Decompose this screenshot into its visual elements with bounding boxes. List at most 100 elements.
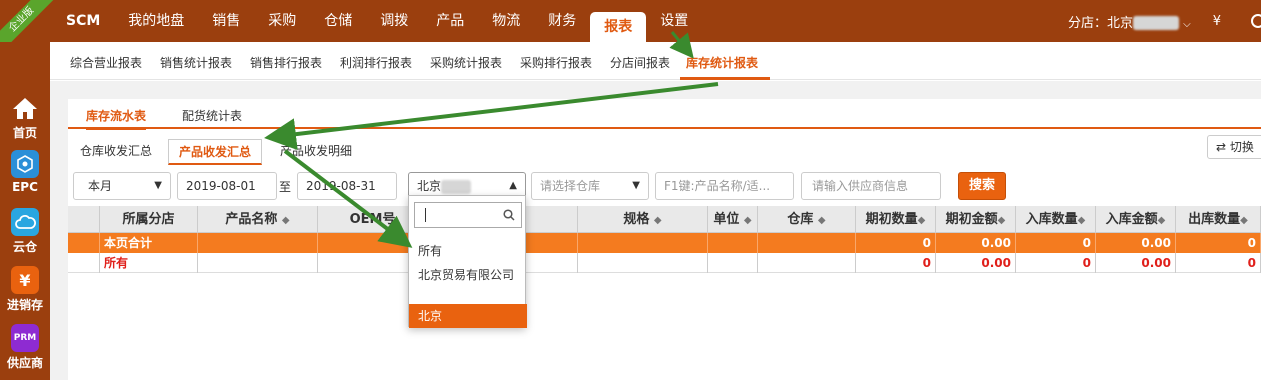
row-spacer bbox=[68, 233, 100, 253]
nav-item-product[interactable]: 产品 bbox=[422, 0, 478, 42]
cell-empty bbox=[578, 233, 708, 253]
report-panel: 库存流水表 配货统计表 仓库收发汇总 产品收发汇总 产品收发明细 ⇄ 切换 本月… bbox=[68, 99, 1261, 380]
header-opening-amount[interactable]: 期初金额◆ bbox=[936, 206, 1016, 233]
tab-warehouse-summary[interactable]: 仓库收发汇总 bbox=[70, 139, 162, 165]
search-icon[interactable] bbox=[1251, 14, 1261, 28]
header-branch[interactable]: 所属分店 bbox=[100, 206, 198, 233]
header-in-amount[interactable]: 入库金额◆ bbox=[1096, 206, 1176, 233]
sort-icon: ◆ bbox=[997, 215, 1006, 226]
warehouse-select[interactable]: 请选择仓库 ▼ bbox=[531, 172, 649, 200]
swap-icon: ⇄ bbox=[1216, 140, 1227, 154]
subnav-item-purchase-stats[interactable]: 采购统计报表 bbox=[430, 54, 502, 71]
option-label: 北京 bbox=[418, 309, 443, 323]
switch-label: 切换 bbox=[1229, 140, 1254, 154]
header-warehouse[interactable]: 仓库 ◆ bbox=[758, 206, 856, 233]
header-label: 仓库 bbox=[787, 212, 814, 227]
sidebar-item-label: 进销存 bbox=[6, 298, 43, 312]
home-icon bbox=[11, 94, 39, 122]
nav-item-transfer[interactable]: 调拨 bbox=[366, 0, 422, 42]
cell-empty bbox=[708, 233, 758, 253]
sort-icon: ◆ bbox=[817, 215, 826, 226]
row-spacer bbox=[68, 253, 100, 273]
subnav-item-inventory-stats[interactable]: 库存统计报表 bbox=[686, 54, 758, 71]
branch-label: 分店：北京 bbox=[1067, 15, 1133, 31]
supplier-search-input[interactable]: 请输入供应商信息 bbox=[801, 172, 941, 200]
header-opening-qty[interactable]: 期初数量◆ bbox=[856, 206, 936, 233]
subnav-item-sales-rank[interactable]: 销售排行报表 bbox=[250, 54, 322, 71]
cell-in-qty: 0 bbox=[1016, 253, 1096, 273]
dropdown-option-beijing[interactable]: 北京 bbox=[409, 304, 527, 328]
table-row-all: 所有 0 0.00 0 0.00 0 bbox=[68, 253, 1261, 273]
dropdown-search-input[interactable] bbox=[414, 202, 522, 228]
currency-icon[interactable]: ¥ bbox=[1213, 14, 1221, 29]
header-label: 所属分店 bbox=[122, 212, 175, 227]
nav-item-logistics[interactable]: 物流 bbox=[478, 0, 534, 42]
subnav-item-sales-stats[interactable]: 销售统计报表 bbox=[160, 54, 232, 71]
search-icon bbox=[503, 209, 515, 221]
cell-empty bbox=[578, 253, 708, 273]
table-row-page-total: 本页合计 0 0.00 0 0.00 0 bbox=[68, 233, 1261, 253]
search-button[interactable]: 搜索 bbox=[958, 172, 1006, 200]
dropdown-option-all[interactable]: 所有 bbox=[409, 242, 527, 259]
header-in-qty[interactable]: 入库数量◆ bbox=[1016, 206, 1096, 233]
sidebar-item-supplier[interactable]: PRM 供应商 bbox=[0, 324, 50, 371]
header-spacer bbox=[68, 206, 100, 233]
sidebar-item-epc[interactable]: EPC bbox=[0, 150, 50, 194]
nav-item-storage[interactable]: 仓储 bbox=[310, 0, 366, 42]
subnav-item-overall[interactable]: 综合营业报表 bbox=[70, 54, 142, 71]
header-unit[interactable]: 单位 ◆ bbox=[708, 206, 758, 233]
nav-item-settings[interactable]: 设置 bbox=[646, 0, 702, 42]
date-to-input[interactable]: 2019-08-31 bbox=[297, 172, 397, 200]
header-label: 单位 bbox=[713, 212, 740, 227]
nav-item-my-area[interactable]: 我的地盘 bbox=[114, 0, 198, 42]
subnav-active-underline bbox=[680, 77, 770, 80]
sidebar-item-cloud[interactable]: 云仓 bbox=[0, 208, 50, 255]
nav-item-reports[interactable]: 报表 bbox=[590, 12, 647, 42]
cell-empty bbox=[708, 253, 758, 273]
tab-inventory-flow[interactable]: 库存流水表 bbox=[86, 107, 147, 130]
subnav-item-purchase-rank[interactable]: 采购排行报表 bbox=[520, 54, 592, 71]
nav-item-finance[interactable]: 财务 bbox=[534, 0, 590, 42]
dropdown-option-company[interactable]: 北京贸易有限公司 bbox=[409, 268, 521, 283]
nav-item-sales[interactable]: 销售 bbox=[198, 0, 254, 42]
caret-down-icon: ▼ bbox=[154, 180, 162, 191]
sidebar-item-inventory[interactable]: ¥ 进销存 bbox=[0, 266, 50, 313]
brand-logo[interactable]: SCM bbox=[54, 0, 114, 42]
tab-product-summary[interactable]: 产品收发汇总 bbox=[168, 139, 263, 165]
nav-item-purchase[interactable]: 采购 bbox=[254, 0, 310, 42]
redacted-text bbox=[1132, 16, 1179, 30]
cell-out-qty: 0 bbox=[1176, 253, 1261, 273]
switch-button[interactable]: ⇄ 切换 bbox=[1207, 135, 1261, 159]
cell-opening-amount: 0.00 bbox=[936, 253, 1016, 273]
cell-in-qty: 0 bbox=[1016, 233, 1096, 253]
cell-in-amount: 0.00 bbox=[1096, 253, 1176, 273]
caret-down-icon: ▼ bbox=[632, 180, 640, 191]
sort-icon: ◆ bbox=[1077, 215, 1086, 226]
filter-bar: 本月 ▼ 2019-08-01 至 2019-08-31 北京 ▲ 请选择仓库 ▼ F… bbox=[68, 172, 1261, 200]
sort-icon: ◆ bbox=[743, 215, 752, 226]
cell-empty bbox=[758, 253, 856, 273]
report-subnav: 综合营业报表 销售统计报表 销售排行报表 利润排行报表 采购统计报表 采购排行报… bbox=[50, 42, 1261, 80]
period-select[interactable]: 本月 ▼ bbox=[73, 172, 171, 200]
sort-icon: ◆ bbox=[917, 215, 926, 226]
sidebar-item-home[interactable]: 首页 bbox=[0, 94, 50, 141]
report-tabs: 库存流水表 配货统计表 bbox=[68, 99, 1261, 130]
date-from-input[interactable]: 2019-08-01 bbox=[177, 172, 277, 200]
cloud-icon bbox=[11, 208, 39, 236]
subnav-item-branch[interactable]: 分店间报表 bbox=[610, 54, 670, 71]
period-value: 本月 bbox=[88, 179, 113, 193]
cell-opening-qty: 0 bbox=[856, 233, 936, 253]
header-out-qty[interactable]: 出库数量◆ bbox=[1176, 206, 1261, 233]
prm-icon: PRM bbox=[11, 324, 39, 352]
subnav-item-profit-rank[interactable]: 利润排行报表 bbox=[340, 54, 412, 71]
chevron-down-icon: ⌵ bbox=[1183, 18, 1191, 30]
tab-product-detail[interactable]: 产品收发明细 bbox=[270, 139, 362, 165]
branch-selector[interactable]: 分店：北京 ⌵ bbox=[1068, 12, 1191, 31]
product-search-input[interactable]: F1键:产品名称/适... bbox=[655, 172, 794, 200]
branch-value: 北京 bbox=[417, 179, 442, 193]
warehouse-placeholder: 请选择仓库 bbox=[540, 179, 601, 193]
sidebar-item-label: 云仓 bbox=[12, 240, 37, 254]
tab-distribution-stats[interactable]: 配货统计表 bbox=[182, 107, 242, 124]
header-spec[interactable]: 规格 ◆ bbox=[578, 206, 708, 233]
header-product-name[interactable]: 产品名称 ◆ bbox=[198, 206, 318, 233]
